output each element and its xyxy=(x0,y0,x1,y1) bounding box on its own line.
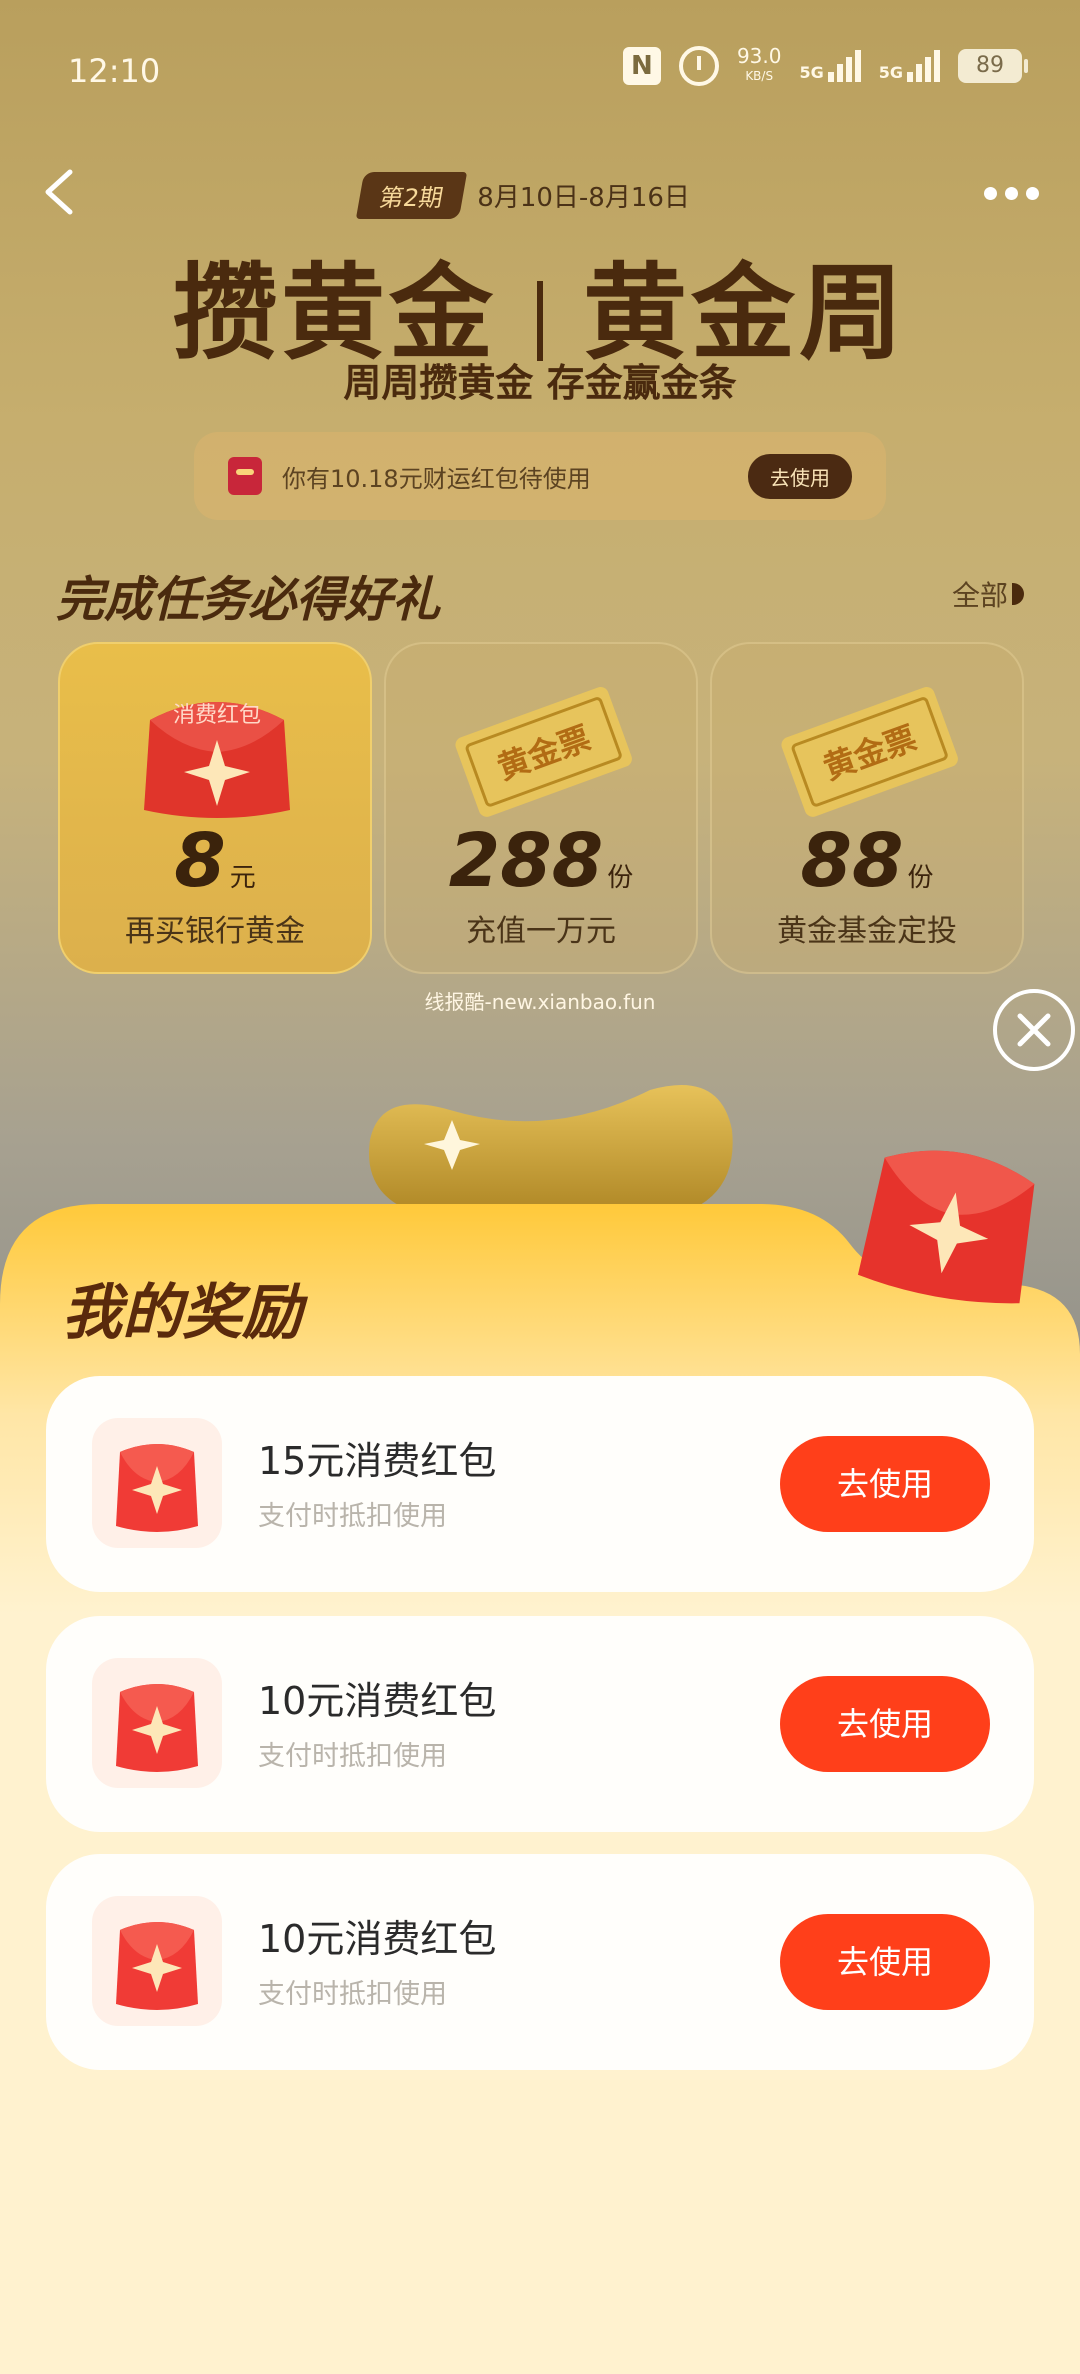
network-type-1: 5G xyxy=(799,63,824,82)
task-amount-value: 8 xyxy=(174,818,226,904)
red-packet-icon: 消费红包 xyxy=(144,702,290,818)
network-type-2: 5G xyxy=(878,63,903,82)
signal-icon: 5G xyxy=(799,50,861,82)
network-speed: 93.0 KB/S xyxy=(737,46,782,86)
task-card[interactable]: 黄金票 288 份 充值一万元 xyxy=(384,642,698,974)
notice-use-button[interactable]: 去使用 xyxy=(748,453,852,499)
use-reward-button[interactable]: 去使用 xyxy=(780,1676,990,1772)
task-amount-unit: 元 xyxy=(229,863,256,893)
rewards-sheet: 我的奖励 15元消费红包 支付时抵扣使用 去使用 10元消费红包 支付时抵扣使用… xyxy=(0,1150,1080,2374)
tasks-all-label: 全部 xyxy=(951,579,1008,612)
task-card[interactable]: 黄金票 88 份 黄金基金定投 xyxy=(710,642,1024,974)
reward-name: 15元消费红包 xyxy=(258,1439,497,1483)
task-amount: 288 份 xyxy=(386,818,696,904)
red-packet-icon xyxy=(857,1150,1035,1304)
back-icon xyxy=(45,169,73,215)
page-subtitle: 周周攒黄金 存金赢金条 xyxy=(343,361,737,405)
task-amount-value: 88 xyxy=(800,818,904,904)
reward-name: 10元消费红包 xyxy=(258,1679,497,1723)
reward-desc: 支付时抵扣使用 xyxy=(258,1501,447,1532)
task-card[interactable]: 消费红包 8元 再买银行黄金 xyxy=(58,642,372,974)
tasks-all-link[interactable]: 全部 xyxy=(952,574,1024,614)
task-amount: 88 份 xyxy=(712,818,1022,904)
use-reward-button[interactable]: 去使用 xyxy=(780,1436,990,1532)
task-amount: 8元 xyxy=(60,818,370,904)
gold-ticket-icon: 黄金票 xyxy=(781,686,958,817)
back-button[interactable] xyxy=(32,162,92,222)
notice-text: 你有10.18元财运红包待使用 xyxy=(282,464,591,493)
status-bar: 12:10 N 93.0 KB/S 5G 5G 89 xyxy=(0,0,1080,140)
reward-card: 10元消费红包 支付时抵扣使用 去使用 xyxy=(46,1616,1034,1832)
status-time: 12:10 xyxy=(68,52,161,90)
task-amount-value: 288 xyxy=(448,818,604,904)
gold-ticket-icon: 黄金票 xyxy=(455,686,632,817)
watermark: 线报酷-new.xianbao.fun xyxy=(424,990,656,1014)
task-amount-unit: 份 xyxy=(907,863,934,893)
status-icons: N 93.0 KB/S 5G 5G 89 xyxy=(622,46,1028,86)
reward-desc: 支付时抵扣使用 xyxy=(258,1979,447,2010)
task-label: 再买银行黄金 xyxy=(125,914,305,949)
more-button[interactable] xyxy=(984,178,1044,208)
red-packet-icon xyxy=(92,1658,222,1788)
use-reward-button[interactable]: 去使用 xyxy=(780,1914,990,2010)
battery-icon: 89 xyxy=(958,49,1028,83)
task-label: 充值一万元 xyxy=(466,914,616,949)
signal-icon: 5G xyxy=(879,50,940,82)
reward-card: 10元消费红包 支付时抵扣使用 去使用 xyxy=(46,1854,1034,2070)
red-packet-icon xyxy=(92,1896,222,2026)
nfc-icon: N xyxy=(622,47,661,85)
alarm-icon xyxy=(678,46,719,86)
task-image-label: 消费红包 xyxy=(173,703,261,728)
speed-value: 93.0 xyxy=(736,44,782,68)
red-packet-icon xyxy=(92,1418,222,1548)
task-label: 黄金基金定投 xyxy=(777,914,957,949)
close-button[interactable] xyxy=(992,988,1076,1072)
red-packet-notice[interactable]: 你有10.18元财运红包待使用 去使用 xyxy=(194,432,886,520)
red-packet-icon xyxy=(228,457,262,495)
reward-desc: 支付时抵扣使用 xyxy=(258,1741,447,1772)
reward-card: 15元消费红包 支付时抵扣使用 去使用 xyxy=(46,1376,1034,1592)
battery-level: 89 xyxy=(976,53,1004,78)
task-amount-unit: 份 xyxy=(607,863,634,893)
period-badge: 第2期 xyxy=(355,172,468,219)
title-divider xyxy=(537,280,543,361)
period-dates: 8月10日-8月16日 xyxy=(477,183,690,213)
period-info: 第2期 8月10日-8月16日 xyxy=(355,172,690,219)
tasks-title: 完成任务必得好礼 xyxy=(56,572,441,628)
speed-unit: KB/S xyxy=(745,69,774,83)
rewards-title: 我的奖励 xyxy=(62,1278,302,1348)
reward-name: 10元消费红包 xyxy=(258,1917,497,1961)
more-icon xyxy=(984,186,997,200)
